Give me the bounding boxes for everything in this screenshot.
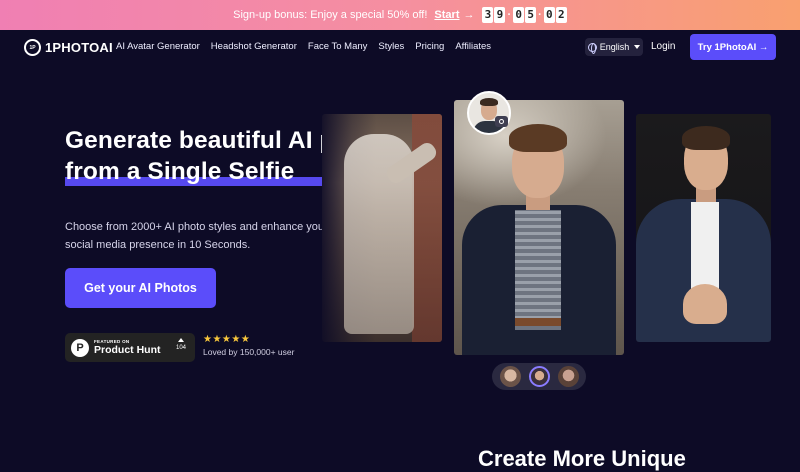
promo-start-link[interactable]: Start	[434, 9, 459, 21]
language-selector[interactable]: English	[585, 38, 643, 56]
photo-person-hands	[683, 284, 727, 324]
promo-banner: Sign-up bonus: Enjoy a special 50% off! …	[0, 0, 800, 30]
promo-arrow: →	[463, 9, 475, 21]
producthunt-name: Product Hunt	[94, 344, 161, 356]
nav-link-face-to-many[interactable]: Face To Many	[308, 41, 368, 52]
get-ai-photos-button[interactable]: Get your AI Photos	[65, 268, 216, 308]
thumbnail-avatar-1[interactable]	[499, 366, 521, 387]
promo-text: Sign-up bonus: Enjoy a special 50% off!	[233, 9, 428, 21]
photo-person-hair	[682, 126, 730, 150]
producthunt-vote-count: 104	[175, 345, 186, 351]
producthunt-icon: P	[71, 338, 89, 357]
nav-link-headshot-generator[interactable]: Headshot Generator	[211, 41, 297, 52]
sample-photo-center	[454, 100, 624, 355]
sample-photo-right	[636, 114, 771, 342]
logo-badge-icon: 1P	[24, 39, 41, 56]
timer-digit: 2	[555, 7, 567, 23]
upvote-icon	[177, 338, 184, 342]
hero-subtitle: Choose from 2000+ AI photo styles and en…	[65, 221, 328, 251]
camera-icon	[495, 116, 508, 127]
logo-text: 1PHOTOAI	[45, 40, 113, 55]
nav-link-styles[interactable]: Styles	[378, 41, 404, 52]
navbar: 1P 1PHOTOAI AI Avatar Generator Headshot…	[0, 30, 800, 64]
globe-icon	[587, 42, 597, 54]
timer-separator: ·	[507, 9, 512, 21]
nav-links: AI Avatar Generator Headshot Generator F…	[116, 41, 491, 52]
login-link[interactable]: Login	[651, 41, 675, 52]
style-thumbnails	[492, 363, 586, 390]
section-heading: Create More Unique	[478, 446, 686, 471]
selfie-avatar	[467, 91, 511, 135]
photo-person-shirt	[515, 210, 561, 330]
countdown-timer: 3 9 · 0 5 · 0 2	[482, 7, 567, 23]
timer-digit: 5	[525, 7, 537, 23]
timer-digit: 0	[513, 7, 525, 23]
nav-link-ai-avatar-generator[interactable]: AI Avatar Generator	[116, 41, 200, 52]
try-1photoai-button[interactable]: Try 1PhotoAI →	[690, 34, 776, 60]
timer-separator: ·	[538, 9, 542, 21]
rating-stars: ★★★★★	[203, 334, 251, 345]
selfie-hair	[480, 98, 498, 106]
nav-link-affiliates[interactable]: Affiliates	[455, 41, 491, 52]
logo[interactable]: 1P 1PHOTOAI	[24, 39, 113, 56]
timer-digit: 0	[543, 7, 555, 23]
photo-person-hair	[509, 124, 567, 152]
timer-digit: 3	[482, 7, 494, 23]
thumbnail-avatar-2-selected[interactable]	[528, 366, 550, 387]
sample-photo-left	[322, 114, 442, 342]
camera-lens	[499, 119, 504, 124]
language-label: English	[599, 42, 630, 52]
producthunt-votes: 104	[176, 338, 186, 353]
loved-by-text: Loved by 150,000+ user	[203, 347, 295, 357]
chevron-down-icon	[634, 45, 641, 49]
nav-link-pricing[interactable]: Pricing	[415, 41, 444, 52]
producthunt-badge[interactable]: P FEATURED ON Product Hunt 104	[65, 333, 195, 362]
producthunt-text: FEATURED ON Product Hunt	[94, 339, 161, 356]
timer-digit: 9	[494, 7, 506, 23]
hero-title-line2: from a Single Selfie	[65, 158, 295, 185]
photo-person-belt	[515, 318, 561, 326]
thumbnail-avatar-3[interactable]	[557, 366, 579, 387]
